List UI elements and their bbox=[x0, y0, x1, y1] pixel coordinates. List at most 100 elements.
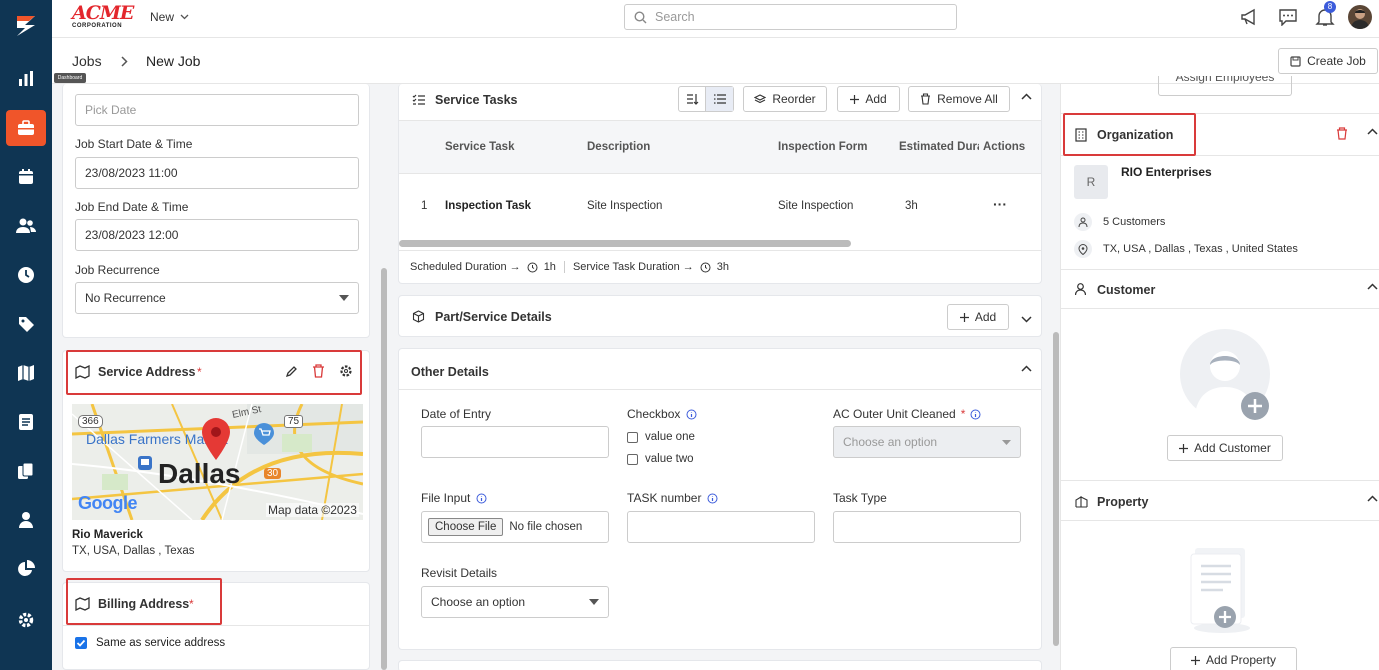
megaphone-icon[interactable] bbox=[1240, 8, 1260, 26]
add-property-button[interactable]: Add Property bbox=[1170, 647, 1297, 670]
file-input[interactable]: Choose File No file chosen bbox=[421, 511, 609, 543]
row-actions-menu[interactable]: ··· bbox=[993, 196, 1007, 212]
row-description: Site Inspection bbox=[587, 200, 663, 212]
chevron-down-icon bbox=[180, 14, 189, 20]
new-dropdown[interactable]: New bbox=[150, 10, 189, 24]
clock-icon[interactable] bbox=[6, 257, 46, 293]
route-366-badge: 366 bbox=[78, 415, 103, 428]
add-part-button[interactable]: Add bbox=[947, 304, 1009, 330]
info-icon bbox=[476, 493, 487, 503]
service-tasks-title: Service Tasks bbox=[435, 93, 518, 107]
recurrence-value: No Recurrence bbox=[85, 291, 166, 305]
chart-icon[interactable] bbox=[6, 61, 46, 97]
pie-icon[interactable] bbox=[6, 551, 46, 587]
breadcrumb-jobs[interactable]: Jobs bbox=[72, 53, 102, 69]
ac-select[interactable]: Choose an option bbox=[833, 426, 1021, 458]
recurrence-label: Job Recurrence bbox=[75, 263, 160, 277]
revisit-select[interactable]: Choose an option bbox=[421, 586, 609, 618]
row-duration: 3h bbox=[905, 200, 918, 212]
row-form[interactable]: Site Inspection bbox=[778, 200, 853, 212]
sort-icon[interactable] bbox=[679, 87, 706, 111]
add-task-button[interactable]: Add bbox=[837, 86, 900, 112]
col-description: Description bbox=[587, 141, 651, 153]
choose-file-button[interactable]: Choose File bbox=[428, 518, 504, 536]
task-duration-label: Service Task Duration → bbox=[572, 261, 694, 273]
document-icon[interactable] bbox=[6, 404, 46, 440]
value-two-checkbox[interactable] bbox=[627, 454, 638, 465]
chevron-down-icon[interactable] bbox=[1021, 316, 1032, 323]
search-input[interactable]: Search bbox=[624, 4, 957, 30]
chevron-up-icon[interactable] bbox=[1367, 495, 1378, 502]
acme-logo[interactable]: ACME CORPORATION bbox=[72, 3, 134, 31]
remove-all-button[interactable]: Remove All bbox=[908, 86, 1010, 112]
chevron-up-icon[interactable] bbox=[1367, 128, 1378, 135]
address-name: Rio Maverick bbox=[72, 529, 143, 541]
info-icon bbox=[970, 409, 981, 419]
location-pin-icon bbox=[202, 418, 230, 460]
chat-icon[interactable] bbox=[1278, 8, 1298, 26]
task-number-input[interactable] bbox=[627, 511, 815, 543]
left-scrollbar[interactable] bbox=[381, 268, 387, 670]
date-entry-input[interactable] bbox=[421, 426, 609, 458]
task-type-input[interactable] bbox=[833, 511, 1021, 543]
start-date-input[interactable]: 23/08/2023 11:00 bbox=[75, 157, 359, 189]
property-icon bbox=[1075, 496, 1088, 508]
col-inspection-form: Inspection Form bbox=[778, 141, 868, 153]
plus-icon bbox=[1179, 443, 1189, 453]
transit-icon bbox=[138, 456, 152, 470]
caret-down-icon bbox=[339, 295, 349, 301]
trash-icon bbox=[921, 93, 931, 105]
center-scrollbar[interactable] bbox=[1053, 332, 1059, 646]
box-icon bbox=[412, 310, 425, 323]
job-schedule-card: Pick Date Job Start Date & Time 23/08/20… bbox=[62, 84, 370, 338]
col-service-task: Service Task bbox=[445, 141, 515, 153]
person-icon[interactable] bbox=[6, 502, 46, 538]
org-name[interactable]: RIO Enterprises bbox=[1121, 165, 1212, 179]
add-task-label: Add bbox=[865, 92, 887, 106]
same-as-checkbox[interactable] bbox=[75, 637, 87, 649]
list-icon[interactable] bbox=[706, 87, 733, 111]
scheduled-value: 1h bbox=[543, 261, 556, 273]
remove-all-label: Remove All bbox=[937, 92, 998, 106]
users-icon[interactable] bbox=[6, 208, 46, 244]
avatar[interactable] bbox=[1348, 5, 1372, 29]
trash-icon[interactable] bbox=[1336, 127, 1348, 140]
checkbox-label-text: Checkbox bbox=[627, 407, 681, 421]
value-one-checkbox[interactable] bbox=[627, 432, 638, 443]
add-part-label: Add bbox=[974, 310, 997, 324]
duration-summary: Scheduled Duration → 1h Service Task Dur… bbox=[410, 261, 729, 273]
address-line: TX, USA, Dallas , Texas bbox=[72, 545, 195, 557]
chevron-up-icon[interactable] bbox=[1021, 365, 1032, 372]
view-toggle bbox=[678, 86, 734, 112]
create-job-label: Create Job bbox=[1307, 54, 1366, 68]
next-section-card bbox=[398, 660, 1042, 670]
table-hscrollbar[interactable] bbox=[399, 240, 851, 247]
assign-employees-button[interactable]: Assign Employees bbox=[1158, 76, 1292, 96]
property-placeholder-icon bbox=[1190, 548, 1250, 633]
briefcase-icon[interactable] bbox=[6, 110, 46, 146]
end-date-input[interactable]: 23/08/2023 12:00 bbox=[75, 219, 359, 251]
row-task[interactable]: Inspection Task bbox=[445, 200, 531, 212]
recurrence-select[interactable]: No Recurrence bbox=[75, 282, 359, 314]
search-placeholder: Search bbox=[655, 10, 695, 24]
service-address-highlight bbox=[66, 350, 362, 395]
map-icon[interactable] bbox=[6, 355, 46, 391]
chevron-up-icon[interactable] bbox=[1367, 283, 1378, 290]
clock-icon bbox=[700, 262, 711, 272]
service-address-map[interactable]: 366 75 30 Elm St Dallas Farmers Market D… bbox=[72, 404, 363, 520]
date-entry-label: Date of Entry bbox=[421, 407, 492, 421]
add-customer-button[interactable]: Add Customer bbox=[1167, 435, 1283, 461]
tag-icon[interactable] bbox=[6, 306, 46, 342]
map-city-label: Dallas bbox=[158, 458, 241, 489]
copy-icon[interactable] bbox=[6, 453, 46, 489]
chevron-up-icon[interactable] bbox=[1021, 93, 1032, 100]
calendar-icon[interactable] bbox=[6, 159, 46, 195]
reorder-button[interactable]: Reorder bbox=[743, 86, 827, 112]
pick-date-placeholder: Pick Date bbox=[85, 103, 137, 117]
gear-icon[interactable] bbox=[6, 602, 46, 638]
logo-icon[interactable] bbox=[6, 8, 46, 44]
pick-date-input[interactable]: Pick Date bbox=[75, 94, 359, 126]
map-attribution: Map data ©2023 bbox=[266, 503, 359, 517]
create-job-button[interactable]: Create Job bbox=[1278, 48, 1378, 74]
task-type-label: Task Type bbox=[833, 491, 887, 505]
